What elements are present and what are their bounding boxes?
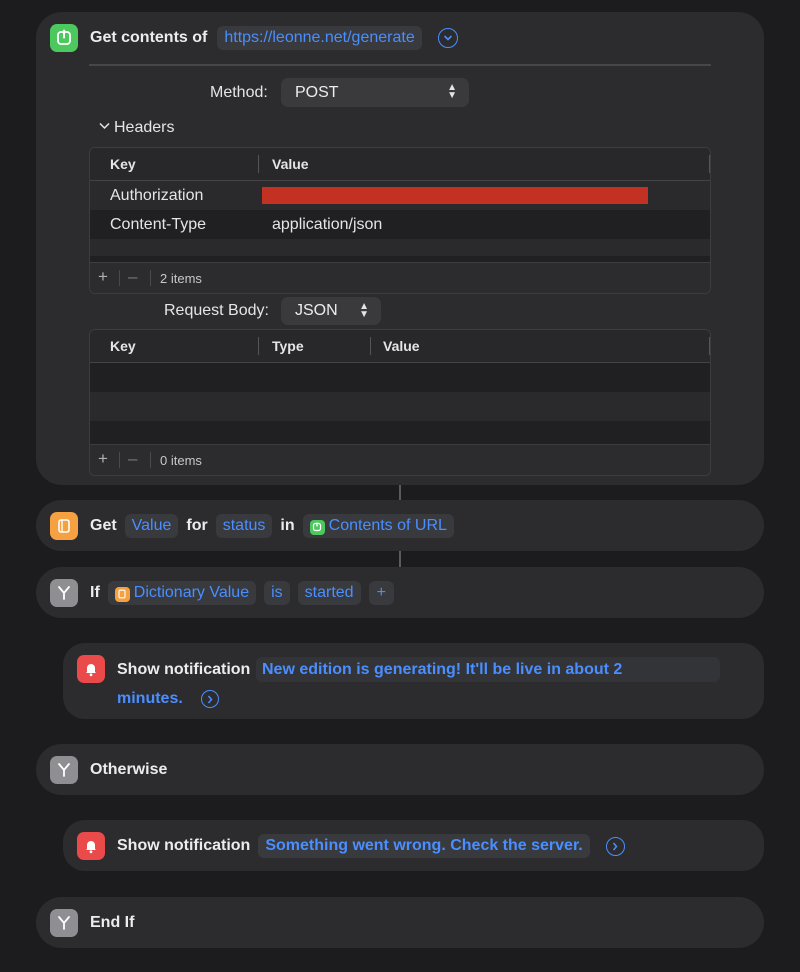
headers-table: Key Value Authorization Content-Type app… <box>89 147 711 294</box>
column-type: Type <box>272 338 304 354</box>
connector <box>399 551 401 567</box>
get-contents-header: Get contents of https://leonne.net/gener… <box>50 24 458 52</box>
headers-label: Headers <box>114 119 175 136</box>
table-row <box>90 239 710 256</box>
table-header: Key Type Value <box>90 330 710 363</box>
chevron-right-icon[interactable] <box>201 690 219 708</box>
url-token[interactable]: https://leonne.net/generate <box>217 26 422 50</box>
notification-title: Show notification <box>117 661 251 678</box>
table-row[interactable]: Content-Type application/json <box>90 210 710 239</box>
notification-text-line2: minutes. <box>117 690 183 707</box>
method-select[interactable]: POST ▲ ▼ <box>281 78 469 107</box>
add-condition-button[interactable]: + <box>368 581 394 605</box>
header-value[interactable]: application/json <box>272 216 382 234</box>
key-token[interactable]: status <box>215 514 273 538</box>
source-label: Contents of URL <box>328 517 447 534</box>
add-row-button[interactable]: + <box>98 449 108 469</box>
column-key: Key <box>110 338 136 354</box>
chevron-down-icon <box>99 121 110 133</box>
body-table: Key Type Value + – 0 items <box>89 329 711 476</box>
notification-text-line1: New edition is generating! It'll be live… <box>262 661 623 678</box>
get-value-row: Get Value for status in Contents of URL <box>50 512 454 540</box>
divider <box>89 64 711 66</box>
if-label: If <box>90 584 100 601</box>
power-icon <box>309 519 325 535</box>
value-token[interactable]: started <box>297 581 361 605</box>
action-title: Get contents of <box>90 29 208 46</box>
table-row <box>90 392 710 421</box>
branch-icon <box>50 756 78 784</box>
column-value: Value <box>383 338 420 354</box>
branch-icon <box>50 909 78 937</box>
if-row: If Dictionary Value is started + <box>50 579 394 607</box>
notification-row: Show notification Something went wrong. … <box>77 832 625 860</box>
table-footer: + – 0 items <box>90 444 710 475</box>
end-if-action[interactable] <box>36 897 764 948</box>
remove-row-button[interactable]: – <box>128 449 137 469</box>
operator-token[interactable]: is <box>264 581 290 605</box>
table-row <box>90 363 710 392</box>
header-value-redacted[interactable] <box>262 187 648 204</box>
notification-title: Show notification <box>117 837 251 854</box>
value-token[interactable]: Value <box>124 514 179 538</box>
otherwise-label: Otherwise <box>90 761 168 778</box>
column-key: Key <box>110 156 136 172</box>
table-row <box>90 421 710 438</box>
add-row-button[interactable]: + <box>98 267 108 287</box>
bell-icon <box>77 832 105 860</box>
for-label: for <box>186 517 208 534</box>
power-icon <box>50 24 78 52</box>
method-label: Method: <box>210 84 268 101</box>
dictionary-value-label: Dictionary Value <box>133 584 250 601</box>
item-count: 2 items <box>160 271 202 286</box>
header-key[interactable]: Content-Type <box>110 216 206 234</box>
get-label: Get <box>90 517 117 534</box>
notification-text-token[interactable]: Something went wrong. Check the server. <box>258 834 590 858</box>
book-icon <box>114 586 130 602</box>
end-if-label: End If <box>90 914 135 931</box>
updown-icon: ▲ ▼ <box>359 301 369 320</box>
dictionary-value-token[interactable]: Dictionary Value <box>107 581 257 605</box>
method-value: POST <box>295 83 339 101</box>
remove-row-button[interactable]: – <box>128 267 137 287</box>
chevron-down-icon[interactable] <box>437 28 458 48</box>
branch-icon <box>50 579 78 607</box>
column-value: Value <box>272 156 309 172</box>
otherwise-row: Otherwise <box>50 756 167 784</box>
request-body-value: JSON <box>295 302 338 319</box>
table-footer: + – 2 items <box>90 262 710 293</box>
connector <box>399 485 401 500</box>
in-label: in <box>280 517 295 534</box>
table-header: Key Value <box>90 148 710 181</box>
end-if-row: End If <box>50 909 134 937</box>
updown-icon: ▲ ▼ <box>447 82 457 101</box>
item-count: 0 items <box>160 453 202 468</box>
header-key[interactable]: Authorization <box>110 187 203 205</box>
headers-disclosure[interactable]: Headers <box>99 119 174 137</box>
request-body-select[interactable]: JSON ▲ ▼ <box>281 297 381 325</box>
request-body-label: Request Body: <box>164 302 269 319</box>
bell-icon <box>77 655 105 683</box>
book-icon <box>50 512 78 540</box>
contents-of-url-token[interactable]: Contents of URL <box>302 514 454 538</box>
chevron-right-icon[interactable] <box>605 836 625 856</box>
table-row[interactable]: Authorization <box>90 181 710 210</box>
